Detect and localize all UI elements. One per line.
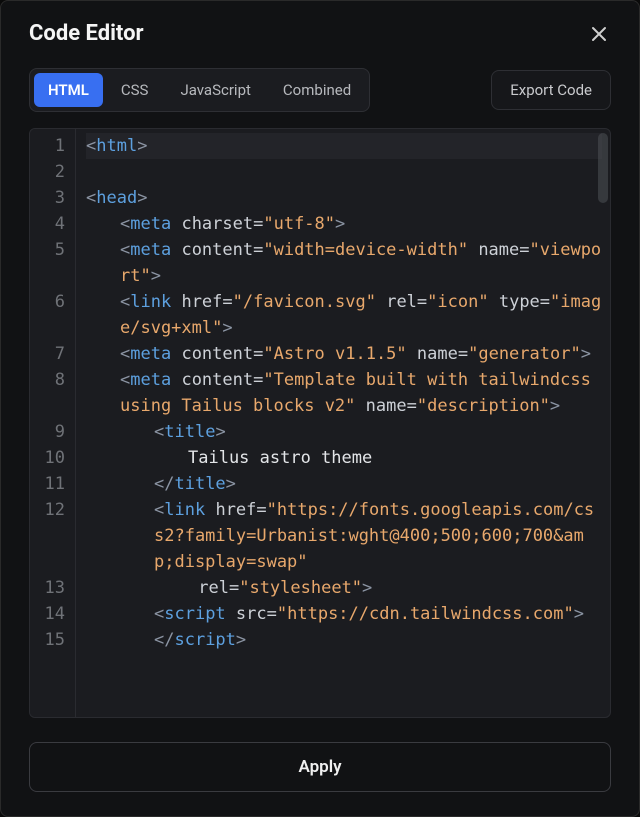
modal-footer: Apply [1,734,639,816]
modal-header: Code Editor [1,1,639,56]
code-line: <title> [86,419,602,445]
line-number: 1 [38,133,65,159]
tab-group: HTML CSS JavaScript Combined [29,68,370,112]
line-number: 13 [38,575,65,601]
scrollbar-thumb[interactable] [598,133,608,203]
line-number [38,315,65,341]
code-line: <link href="https://fonts.googleapis.com… [86,497,602,575]
code-line: <script src="https://cdn.tailwindcss.com… [86,601,602,627]
close-button[interactable] [587,22,611,46]
code-editor[interactable]: 123456789101112131415 <html> <head><meta… [29,128,611,718]
line-number: 15 [38,627,65,653]
code-line: <meta content="Astro v1.1.5" name="gener… [86,341,602,367]
line-number: 3 [38,185,65,211]
line-number-gutter: 123456789101112131415 [30,129,76,717]
line-number: 4 [38,211,65,237]
code-line: <meta charset="utf-8"> [86,211,602,237]
line-number [38,263,65,289]
line-number: 8 [38,367,65,393]
code-line [86,159,602,185]
close-icon [591,26,607,42]
code-line: <link href="/favicon.svg" rel="icon" typ… [86,289,602,341]
modal-title: Code Editor [29,21,144,46]
tab-css[interactable]: CSS [107,73,163,107]
line-number: 2 [38,159,65,185]
code-line: <meta content="width=device-width" name=… [86,237,602,289]
line-number: 11 [38,471,65,497]
code-editor-modal: Code Editor HTML CSS JavaScript Combined… [0,0,640,817]
line-number [38,523,65,549]
code-line: <head> [86,185,602,211]
line-number: 7 [38,341,65,367]
line-number [38,393,65,419]
tab-html[interactable]: HTML [34,73,103,107]
apply-button[interactable]: Apply [29,742,611,792]
tab-javascript[interactable]: JavaScript [166,73,264,107]
tab-combined[interactable]: Combined [269,73,365,107]
code-line: <meta content="Template built with tailw… [86,367,602,419]
code-line: </script> [86,627,602,653]
code-line: <html> [86,133,602,159]
line-number: 5 [38,237,65,263]
line-number: 14 [38,601,65,627]
code-line: Tailus astro theme [86,445,602,471]
line-number: 12 [38,497,65,523]
code-line: </title> [86,471,602,497]
line-number: 10 [38,445,65,471]
line-number: 6 [38,289,65,315]
line-number [38,549,65,575]
line-number: 9 [38,419,65,445]
toolbar: HTML CSS JavaScript Combined Export Code [1,56,639,128]
code-line: rel="stylesheet"> [86,575,602,601]
code-content[interactable]: <html> <head><meta charset="utf-8"><meta… [76,129,610,717]
export-code-button[interactable]: Export Code [491,70,611,110]
